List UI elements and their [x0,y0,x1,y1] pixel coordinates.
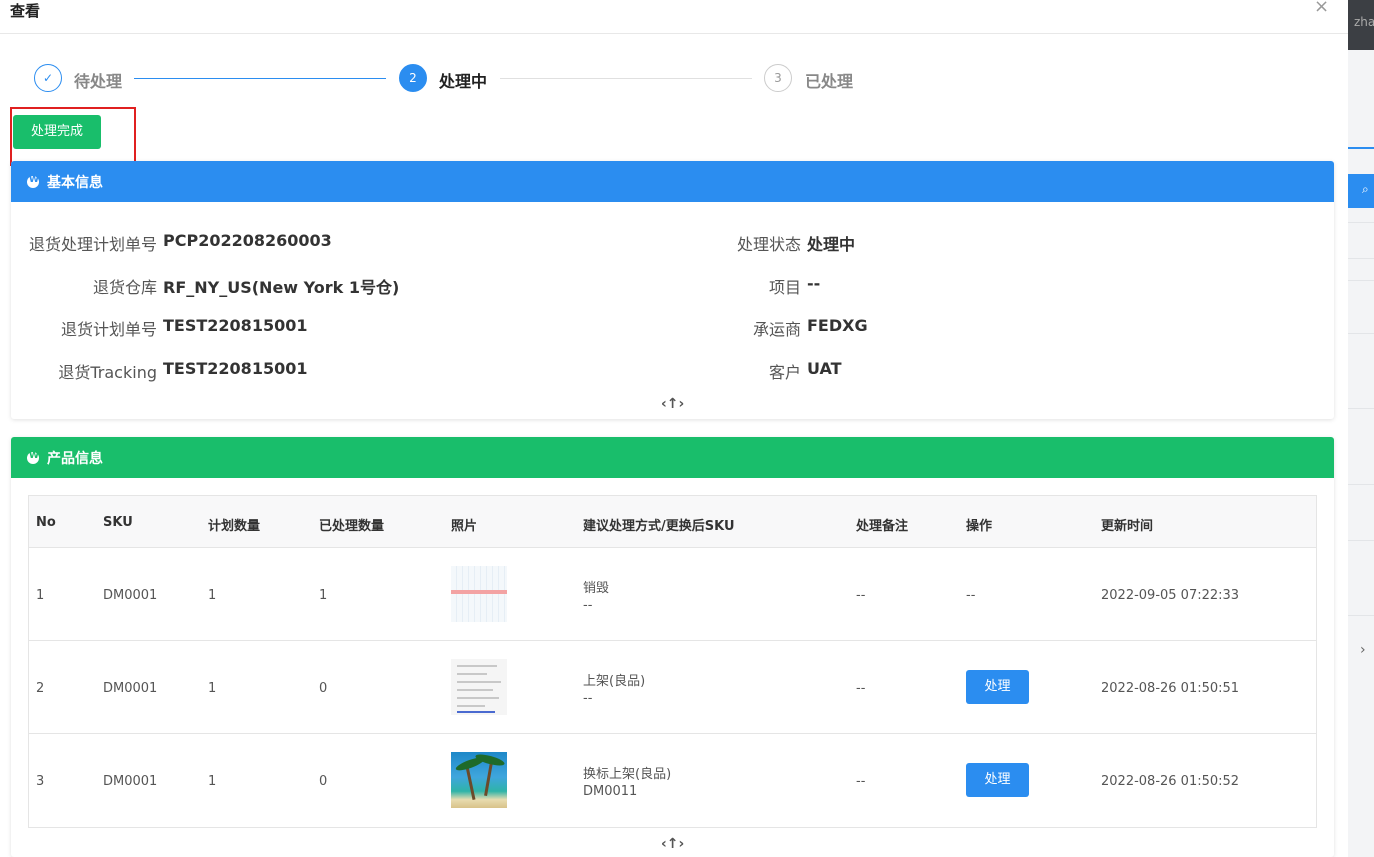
basic-info-header: 基本信息 [11,161,1334,202]
cell-updated: 2022-09-05 07:22:33 [1101,588,1240,603]
column-header-plan-qty: 计划数量 [208,519,261,534]
cell-sku: DM0001 [103,774,158,789]
highlight-annotation-box [10,107,136,166]
table-row: 1 DM0001 1 1 销毁 -- -- -- 2022-09-05 07:2… [29,548,1316,641]
cell-no: 2 [36,681,45,696]
cell-sku: DM0001 [103,588,158,603]
view-modal: 查看 × ✓ 待处理 2 处理中 3 已处理 处理完成 基本信息 退货处理计划单… [0,0,1348,857]
field-value: FEDXG [807,316,868,335]
field-value: RF_NY_US(New York 1号仓) [163,278,400,297]
column-header-photo: 照片 [451,519,478,534]
field-label: 退货Tracking [58,363,157,382]
cell-remark: -- [856,774,866,789]
check-icon: ✓ [34,64,62,92]
modal-header: 查看 × [0,0,1348,34]
cell-remark: -- [856,588,866,603]
cell-sku: DM0001 [103,681,158,696]
field-label: 处理状态 [736,235,801,254]
background-divider [1348,258,1374,259]
collapse-icon[interactable]: ‹↑› [661,836,684,852]
field-value: -- [807,274,821,293]
background-divider [1348,408,1374,409]
cell-new-sku: -- [583,691,593,706]
cell-updated: 2022-08-26 01:50:51 [1101,681,1240,696]
table-row: 3 DM0001 1 0 换标上架(良品) DM0011 -- 处理 2022-… [29,734,1316,827]
field-label: 项目 [768,278,801,297]
cell-plan-qty: 1 [208,681,217,696]
step-number-processing: 2 [399,64,427,92]
field-value: PCP202208260003 [163,231,332,250]
column-header-sku: SKU [103,515,133,530]
field-label: 退货计划单号 [60,320,157,339]
cell-no: 3 [36,774,45,789]
background-page-strip: zha ⌕ › [1348,0,1374,857]
cell-new-sku: -- [583,598,593,613]
column-header-action: 操作 [966,519,993,534]
wordpress-icon [27,451,39,464]
step-connector [134,78,386,79]
cell-method: 上架(良品) [583,674,646,689]
background-divider [1348,615,1374,616]
background-tab-underline [1348,147,1374,149]
background-header: zha [1348,0,1374,50]
field-label: 承运商 [752,320,801,339]
process-button[interactable]: 处理 [966,763,1029,797]
chevron-right-icon: › [1360,642,1366,658]
field-value: UAT [807,359,842,378]
table-header: No SKU 计划数量 已处理数量 照片 建议处理方式/更换后SKU 处理备注 … [29,496,1316,548]
step-label-done: 已处理 [805,72,854,91]
product-table: No SKU 计划数量 已处理数量 照片 建议处理方式/更换后SKU 处理备注 … [28,495,1317,828]
field-value: TEST220815001 [163,316,308,335]
table-row: 2 DM0001 1 0 上架(良品) -- -- 处理 2022-08-26 … [29,641,1316,734]
background-divider [1348,540,1374,541]
cell-no: 1 [36,588,45,603]
cell-updated: 2022-08-26 01:50:52 [1101,774,1240,789]
field-value: TEST220815001 [163,359,308,378]
cell-method: 换标上架(良品) [583,767,672,782]
step-number-done: 3 [764,64,792,92]
basic-info-panel: 基本信息 退货处理计划单号 PCP202208260003 处理状态 处理中 退… [11,161,1334,419]
column-header-remark: 处理备注 [856,519,909,534]
product-photo[interactable] [451,566,507,622]
step-connector [500,78,752,79]
cell-done-qty: 0 [319,681,328,696]
cell-plan-qty: 1 [208,588,217,603]
product-info-panel: 产品信息 No SKU 计划数量 已处理数量 照片 建议处理方式/更换后SKU … [11,437,1334,857]
cell-done-qty: 0 [319,774,328,789]
field-value: 处理中 [807,235,856,254]
process-steps: ✓ 待处理 2 处理中 3 已处理 [34,64,894,94]
field-label: 退货处理计划单号 [28,235,157,254]
cell-new-sku: DM0011 [583,784,638,799]
product-info-header: 产品信息 [11,437,1334,478]
column-header-no: No [36,515,56,530]
close-icon[interactable]: × [1314,0,1329,17]
process-button[interactable]: 处理 [966,670,1029,704]
step-label-processing: 处理中 [439,72,488,91]
wordpress-icon [27,175,39,188]
basic-info-title: 基本信息 [47,175,103,191]
product-photo[interactable] [451,659,507,715]
background-divider [1348,484,1374,485]
background-search-icon: ⌕ [1348,174,1374,208]
column-header-method: 建议处理方式/更换后SKU [583,519,735,534]
background-divider [1348,222,1374,223]
cell-done-qty: 1 [319,588,328,603]
product-info-title: 产品信息 [47,451,103,467]
cell-plan-qty: 1 [208,774,217,789]
modal-title: 查看 [10,2,41,20]
background-divider [1348,333,1374,334]
background-user-text: zha [1354,15,1374,29]
cell-remark: -- [856,681,866,696]
field-label: 客户 [768,363,801,382]
step-label-pending: 待处理 [74,72,123,91]
column-header-done-qty: 已处理数量 [319,519,385,534]
background-divider [1348,280,1374,281]
collapse-icon[interactable]: ‹↑› [661,396,684,412]
column-header-updated: 更新时间 [1101,519,1154,534]
cell-action: -- [966,588,976,603]
cell-method: 销毁 [583,581,610,596]
field-label: 退货仓库 [92,278,157,297]
product-photo[interactable] [451,752,507,808]
